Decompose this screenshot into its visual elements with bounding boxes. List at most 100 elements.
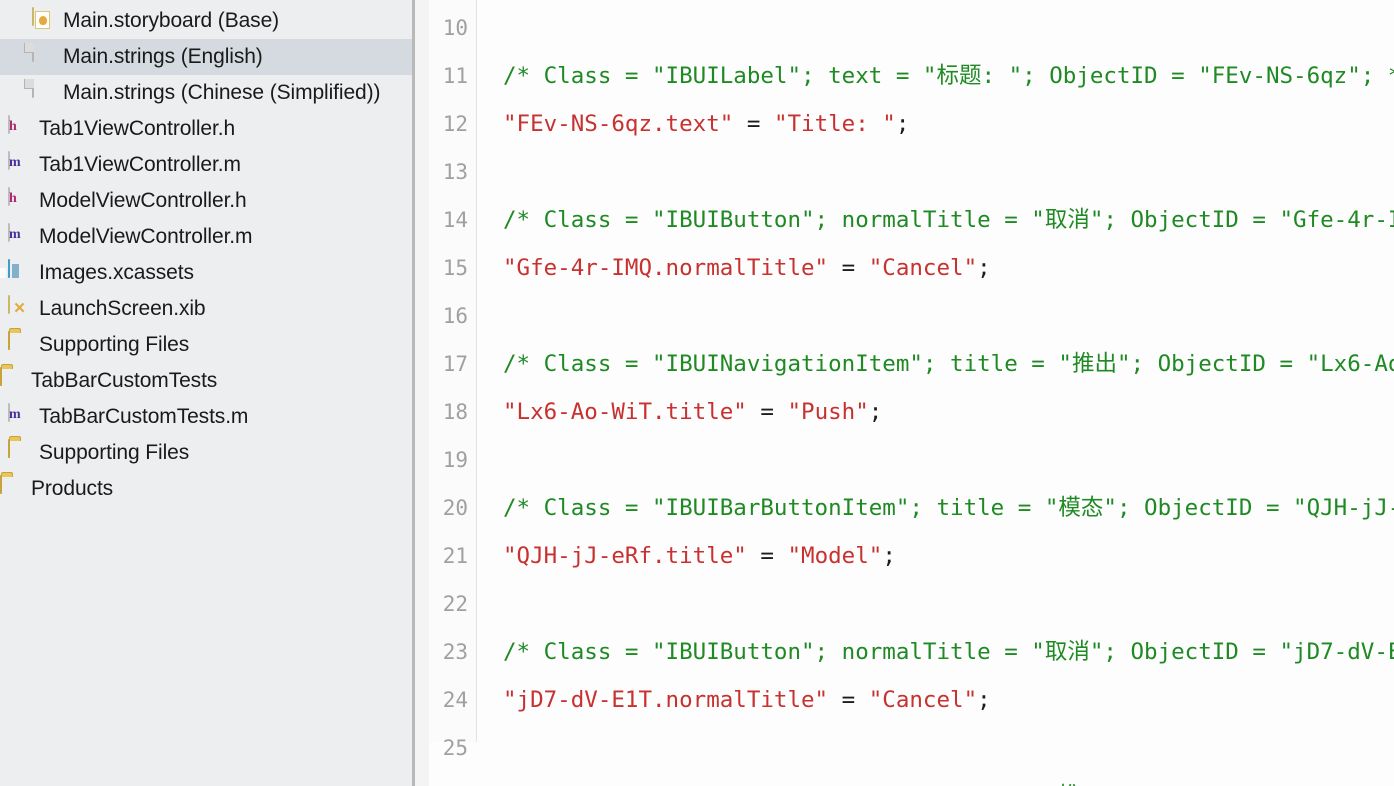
- code-token-str: "Lx6-Ao-WiT.title": [503, 399, 747, 425]
- code-text: "LRc-NL-gbo.title" = "Push"; /* Class = …: [503, 0, 1394, 786]
- xcode-window: Main.storyboard (Base) Main.strings (Engl…: [0, 0, 1394, 786]
- code-token-str: "Cancel": [868, 687, 978, 713]
- navigator-row-label: Main.strings (Chinese (Simplified)): [63, 81, 381, 104]
- navigator-row[interactable]: m ModelViewController.m: [0, 219, 412, 255]
- code-line: "jD7-dV-E1T.normalTitle" = "Cancel";: [503, 676, 1394, 724]
- navigator-row-label: TabBarCustomTests.m: [39, 405, 249, 428]
- code-token-str: "jD7-dV-E1T.normalTitle": [503, 687, 829, 713]
- code-token-op: =: [746, 543, 788, 569]
- navigator-row[interactable]: Main.strings (English): [0, 39, 412, 75]
- code-token-op: ;: [977, 687, 991, 713]
- navigator-row[interactable]: h ModelViewController.h: [0, 183, 412, 219]
- code-token-cmt: /* Class = "IBUIBarButtonItem"; title = …: [503, 495, 1394, 521]
- navigator-row-label: TabBarCustomTests: [31, 369, 218, 392]
- line-number: 16: [442, 304, 468, 328]
- code-line: /* Class = "IBUILabel"; text = "标题: "; O…: [503, 52, 1394, 100]
- code-token-str: "QJH-jJ-eRf.title": [503, 543, 747, 569]
- line-number: 22: [442, 592, 468, 616]
- code-line: /* Class = "IBUIButton"; normalTitle = "…: [503, 628, 1394, 676]
- navigator-row[interactable]: Images.xcassets: [0, 255, 412, 291]
- asset-catalog-icon: [8, 259, 30, 286]
- navigator-row-label: Tab1ViewController.h: [39, 117, 236, 140]
- code-line: /* Class = "IBUIBarButtonItem"; title = …: [503, 484, 1394, 532]
- folder-icon: [0, 367, 22, 394]
- line-number: 23: [442, 640, 468, 664]
- code-token-str: "Title: ": [773, 111, 896, 137]
- line-number: 14: [442, 208, 468, 232]
- code-token-str: "Gfe-4r-IMQ.normalTitle": [503, 255, 829, 281]
- source-editor[interactable]: 9101112131415161718192021222324252627282…: [429, 0, 1394, 786]
- line-number: 15: [442, 256, 468, 280]
- code-token-op: =: [828, 687, 869, 713]
- code-line: "Gfe-4r-IMQ.normalTitle" = "Cancel";: [503, 244, 1394, 292]
- navigator-row[interactable]: Supporting Files: [0, 435, 412, 471]
- strings-file-icon: [32, 79, 54, 106]
- code-token-op: ;: [895, 111, 910, 137]
- navigator-row[interactable]: Supporting Files: [0, 327, 412, 363]
- navigator-row-label: ModelViewController.m: [39, 225, 253, 248]
- navigator-row-label: Tab1ViewController.m: [39, 153, 241, 176]
- line-number-gutter: 9101112131415161718192021222324252627282…: [429, 0, 477, 786]
- source-file-icon: m: [8, 223, 30, 250]
- code-token-cmt: /* Class = "IBUIButton"; normalTitle = "…: [503, 639, 1394, 665]
- code-token-str: "FEv-NS-6qz.text": [503, 111, 734, 137]
- line-number: 26: [429, 772, 476, 786]
- navigator-row-label: Main.storyboard (Base): [63, 9, 280, 32]
- code-line: "Lx6-Ao-WiT.title" = "Push";: [503, 388, 1394, 436]
- navigator-row[interactable]: TabBarCustomTests: [0, 363, 412, 399]
- navigator-row[interactable]: Main.strings (Chinese (Simplified)): [0, 75, 412, 111]
- code-line: /* Class = "IBUIBarButtonItem"; title = …: [503, 772, 1394, 786]
- navigator-row[interactable]: m TabBarCustomTests.m: [0, 399, 412, 435]
- line-number: 21: [442, 544, 468, 568]
- folder-icon: [8, 331, 30, 358]
- project-navigator-list: Main.storyboard (Base) Main.strings (Engl…: [0, 3, 412, 507]
- code-area[interactable]: "LRc-NL-gbo.title" = "Push"; /* Class = …: [477, 0, 1394, 786]
- line-number: 12: [442, 112, 468, 136]
- header-file-icon: h: [8, 187, 30, 214]
- code-token-op: =: [746, 399, 788, 425]
- code-line: /* Class = "IBUIButton"; normalTitle = "…: [503, 196, 1394, 244]
- project-navigator[interactable]: Main.storyboard (Base) Main.strings (Engl…: [0, 0, 412, 786]
- navigator-row-label: Images.xcassets: [39, 261, 194, 284]
- line-number: 17: [442, 352, 468, 376]
- line-number: 18: [442, 400, 468, 424]
- storyboard-icon: [32, 7, 54, 34]
- code-token-cmt: /* Class = "IBUINavigationItem"; title =…: [503, 351, 1394, 377]
- code-line: /* Class = "IBUINavigationItem"; title =…: [503, 340, 1394, 388]
- navigator-row-label: Supporting Files: [39, 333, 190, 356]
- code-token-str: "Cancel": [868, 255, 978, 281]
- xib-file-icon: ✕: [8, 295, 30, 322]
- folder-icon: [0, 475, 22, 502]
- navigator-row[interactable]: h Tab1ViewController.h: [0, 111, 412, 147]
- source-file-icon: m: [8, 403, 30, 430]
- strings-file-icon: [32, 43, 54, 70]
- line-number: 24: [442, 688, 468, 712]
- line-number: 13: [442, 160, 468, 184]
- navigator-row[interactable]: Products: [0, 471, 412, 507]
- navigator-row[interactable]: Main.storyboard (Base): [0, 3, 412, 39]
- code-token-op: =: [828, 255, 869, 281]
- navigator-row-label: Supporting Files: [39, 441, 190, 464]
- code-token-op: ;: [977, 255, 991, 281]
- line-number: 10: [442, 16, 468, 40]
- code-token-str: "Push": [787, 399, 869, 425]
- line-number: 19: [442, 448, 468, 472]
- code-token-str: "Model": [787, 543, 883, 569]
- line-number: 25: [442, 736, 468, 760]
- source-file-icon: m: [8, 151, 30, 178]
- line-number: 11: [442, 64, 468, 88]
- navigator-row[interactable]: m Tab1ViewController.m: [0, 147, 412, 183]
- editor-left-margin: [415, 0, 429, 786]
- navigator-row-label: Products: [31, 477, 114, 500]
- code-token-op: ;: [882, 543, 896, 569]
- code-line: "QJH-jJ-eRf.title" = "Model";: [503, 532, 1394, 580]
- navigator-row-label: ModelViewController.h: [39, 189, 247, 212]
- code-token-op: =: [733, 111, 774, 137]
- navigator-row-label: Main.strings (English): [63, 45, 263, 68]
- navigator-row[interactable]: ✕ LaunchScreen.xib: [0, 291, 412, 327]
